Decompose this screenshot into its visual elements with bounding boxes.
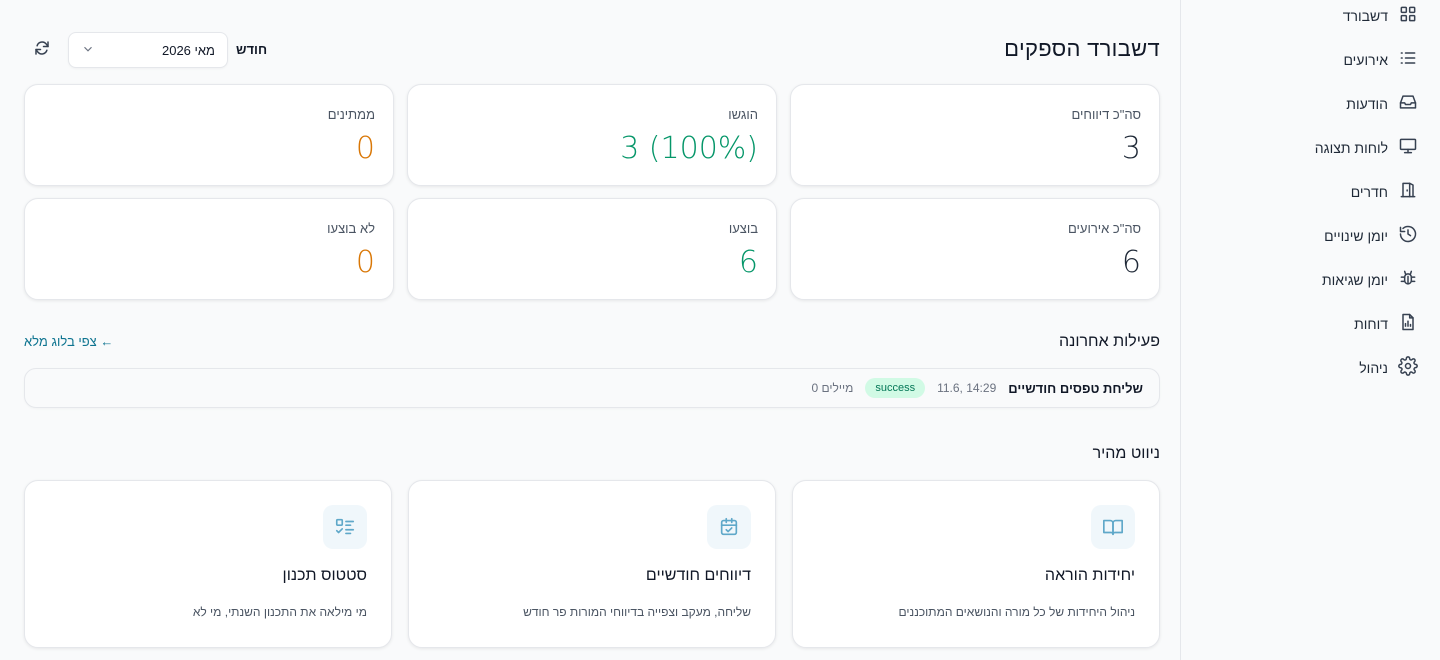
nav-card-desc: מי מילאה את התכנון השנתי, מי לא (192, 605, 367, 619)
sidebar-item-label: יומן שגיאות (1321, 272, 1388, 288)
nav-card-title: יחידות הוראה (1044, 567, 1135, 584)
sidebar-item-label: דשבורד (1342, 8, 1388, 24)
stat-card-not-done: לא בוצעו 0 (24, 198, 394, 300)
calendar-check-icon (707, 505, 751, 549)
sidebar-item-rooms[interactable]: חדרים (1201, 176, 1418, 208)
stat-card-submitted: הוגשו 3 (100%) (407, 84, 777, 186)
stat-value: 6 (738, 245, 758, 280)
nav-card-desc: שליחה, מעקב וצפייה בדיווחי המורות פר חוד… (523, 605, 751, 619)
stat-value: 0 (355, 245, 375, 280)
stat-label: סה"כ אירועים (1067, 221, 1141, 236)
stat-value: 0 (355, 131, 375, 166)
activity-email-count: 0 מיילים (811, 381, 854, 395)
nav-card-planning-status[interactable]: סטטוס תכנון מי מילאה את התכנון השנתי, מי… (24, 480, 392, 648)
list-icon (1398, 48, 1418, 73)
stat-card-pending: ממתינים 0 (24, 84, 394, 186)
sidebar-item-reports[interactable]: דוחות (1201, 308, 1418, 340)
nav-card-desc: ניהול היחידות של כל מורה והנושאים המתוכנ… (898, 605, 1135, 619)
sidebar-item-events[interactable]: אירועים (1201, 44, 1418, 76)
refresh-icon (33, 39, 51, 62)
stat-label: הוגשו (728, 107, 758, 122)
quick-nav-title: ניווט מהיר (1092, 445, 1160, 462)
book-open-icon (1091, 505, 1135, 549)
history-icon (1398, 224, 1418, 249)
door-icon (1398, 180, 1418, 205)
sidebar-item-label: יומן שינויים (1324, 228, 1388, 244)
sidebar-item-label: חדרים (1350, 184, 1388, 200)
stat-card-total-events: סה"כ אירועים 6 (790, 198, 1160, 300)
sidebar-item-label: ניהול (1359, 360, 1388, 376)
bug-icon (1398, 268, 1418, 293)
gear-icon (1398, 355, 1418, 381)
checklist-icon (323, 505, 367, 549)
recent-activity-title: פעילות אחרונה (1058, 333, 1160, 350)
month-select-value: מאי 2026 (161, 42, 215, 58)
nav-card-title: סטטוס תכנון (282, 567, 367, 584)
nav-card-title: דיווחים חודשיים (645, 567, 751, 584)
sidebar-item-changelog[interactable]: יומן שינויים (1201, 220, 1418, 252)
sidebar-item-dashboard[interactable]: דשבורד (1201, 0, 1418, 32)
sidebar-item-label: דוחות (1354, 316, 1388, 332)
stat-label: סה"כ דיווחים (1071, 107, 1141, 122)
full-log-link[interactable]: צפי בלוג מלא ← (24, 334, 113, 349)
monitor-icon (1398, 136, 1418, 161)
inbox-icon (1398, 92, 1418, 117)
activity-row[interactable]: שליחת טפסים חודשיים 11.6, 14:29 success … (24, 368, 1160, 408)
report-icon (1398, 312, 1418, 337)
sidebar-item-label: לוחות תצוגה (1314, 140, 1388, 156)
sidebar-item-display-boards[interactable]: לוחות תצוגה (1201, 132, 1418, 164)
main-content: דשבורד הספקים מאי 2026 חודש סה"כ דיווחים… (24, 0, 1160, 660)
sidebar-item-label: הודעות (1346, 96, 1388, 112)
month-label: חודש (236, 42, 268, 57)
nav-card-monthly-reports[interactable]: דיווחים חודשיים שליחה, מעקב וצפייה בדיוו… (408, 480, 776, 648)
stat-label: בוצעו (728, 221, 758, 236)
stat-value: 6 (1121, 245, 1141, 280)
activity-time: 11.6, 14:29 (937, 381, 997, 395)
status-badge: success (865, 378, 926, 398)
nav-card-teaching-units[interactable]: יחידות הוראה ניהול היחידות של כל מורה וה… (792, 480, 1160, 648)
refresh-button[interactable] (30, 38, 54, 62)
stat-value: 3 (1121, 131, 1141, 166)
sidebar-item-label: אירועים (1343, 52, 1388, 68)
sidebar-item-admin[interactable]: ניהול (1201, 352, 1418, 384)
activity-name: שליחת טפסים חודשיים (1008, 380, 1143, 396)
stat-card-total-reports: סה"כ דיווחים 3 (790, 84, 1160, 186)
stat-card-done: בוצעו 6 (407, 198, 777, 300)
stat-value: 3 (100%) (620, 131, 758, 166)
sidebar-item-error-log[interactable]: יומן שגיאות (1201, 264, 1418, 296)
sidebar: דשבורד אירועים הודעות לוחות תצוגה חדרים … (1180, 0, 1440, 660)
month-select[interactable]: מאי 2026 (68, 32, 228, 68)
chevron-down-icon (81, 42, 95, 59)
page-title: דשבורד הספקים (1004, 36, 1160, 61)
stat-label: ממתינים (327, 107, 375, 122)
stat-label: לא בוצעו (327, 221, 375, 236)
sidebar-item-messages[interactable]: הודעות (1201, 88, 1418, 120)
dashboard-grid-icon (1398, 4, 1418, 29)
